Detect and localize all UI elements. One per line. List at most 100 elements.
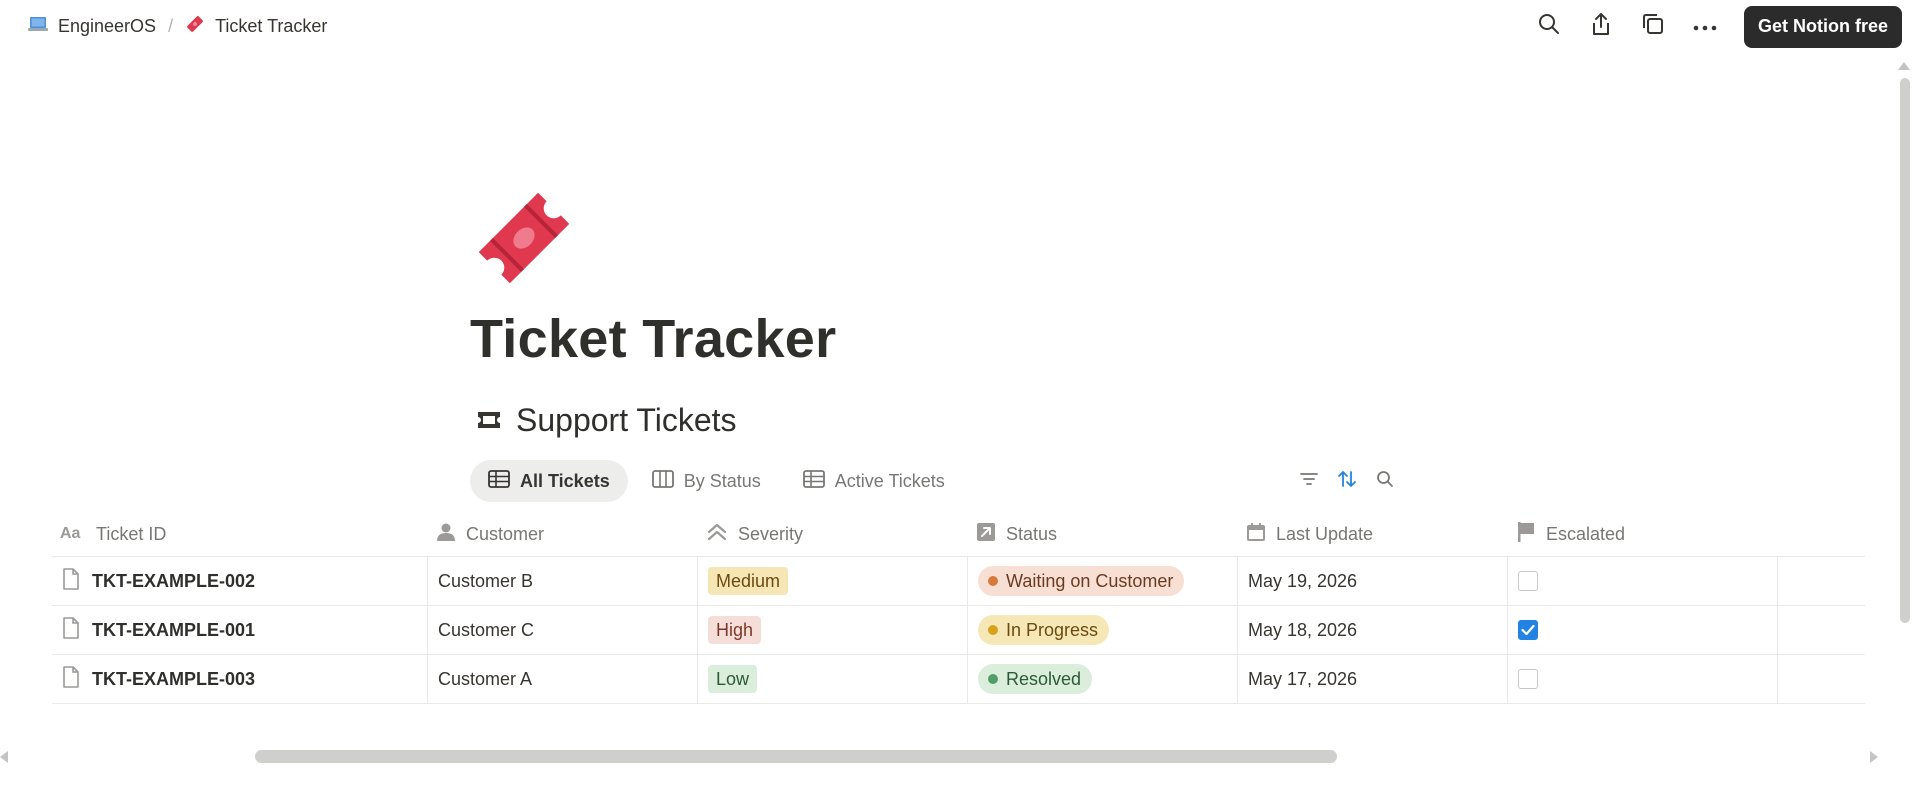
customer-name: Customer B bbox=[438, 570, 534, 591]
last-update-cell[interactable]: May 17, 2026 bbox=[1238, 655, 1508, 703]
severity-cell[interactable]: Medium bbox=[698, 557, 968, 605]
status-dot bbox=[988, 674, 998, 684]
status-cell[interactable]: In Progress bbox=[968, 606, 1238, 654]
flag-icon bbox=[1516, 521, 1536, 548]
sort-button[interactable] bbox=[1334, 468, 1360, 494]
scroll-up-arrow[interactable] bbox=[1898, 62, 1910, 70]
customer-name: Customer A bbox=[438, 668, 533, 689]
vertical-scrollbar-thumb[interactable] bbox=[1900, 78, 1910, 623]
severity-cell[interactable]: Low bbox=[698, 655, 968, 703]
last-update-cell[interactable]: May 19, 2026 bbox=[1238, 557, 1508, 605]
sort-icon bbox=[1337, 469, 1357, 494]
table-icon bbox=[802, 469, 825, 493]
status-pill: Waiting on Customer bbox=[978, 566, 1185, 596]
more-button[interactable] bbox=[1684, 7, 1726, 47]
ticket-outline-icon bbox=[476, 402, 502, 439]
tab-label: Active Tickets bbox=[834, 470, 945, 491]
tab-label: By Status bbox=[683, 470, 761, 491]
breadcrumb-separator: / bbox=[168, 16, 174, 36]
page-icon bbox=[62, 567, 80, 595]
tickets-table: Aa Ticket ID Customer Severity Status La… bbox=[52, 512, 1865, 704]
ticket-id-cell[interactable]: TKT-EXAMPLE-001 bbox=[52, 606, 428, 654]
page-icon bbox=[62, 616, 80, 644]
ticket-id-cell[interactable]: TKT-EXAMPLE-002 bbox=[52, 557, 428, 605]
database-title-label: Support Tickets bbox=[516, 402, 737, 438]
column-header-status[interactable]: Status bbox=[968, 512, 1238, 556]
tab-label: All Tickets bbox=[520, 470, 610, 491]
breadcrumb-workspace-label: EngineerOS bbox=[58, 16, 157, 36]
filter-button[interactable] bbox=[1296, 468, 1322, 494]
column-header-customer[interactable]: Customer bbox=[428, 512, 698, 556]
ticket-id: TKT-EXAMPLE-003 bbox=[92, 668, 256, 689]
more-icon bbox=[1693, 18, 1717, 36]
scroll-left-arrow[interactable] bbox=[0, 751, 8, 763]
tab-active-tickets[interactable]: Active Tickets bbox=[785, 460, 963, 502]
last-update-date: May 17, 2026 bbox=[1248, 668, 1358, 689]
breadcrumb-workspace[interactable]: EngineerOS bbox=[24, 11, 160, 42]
breadcrumb-page[interactable]: Ticket Tracker bbox=[181, 10, 331, 43]
share-button[interactable] bbox=[1580, 7, 1622, 47]
duplicate-button[interactable] bbox=[1632, 7, 1674, 47]
column-header-label: Status bbox=[1006, 523, 1058, 544]
escalated-checkbox[interactable] bbox=[1518, 669, 1538, 689]
severity-tag: High bbox=[708, 616, 762, 644]
column-header-label: Severity bbox=[738, 523, 804, 544]
search-icon bbox=[1376, 470, 1394, 493]
column-header-label: Escalated bbox=[1546, 523, 1626, 544]
tab-by-status[interactable]: By Status bbox=[634, 460, 779, 502]
status-dot bbox=[988, 576, 998, 586]
table-row[interactable]: TKT-EXAMPLE-001 Customer C High In Progr… bbox=[52, 606, 1865, 655]
board-icon bbox=[651, 469, 674, 493]
customer-cell[interactable]: Customer A bbox=[428, 655, 698, 703]
get-notion-free-button[interactable]: Get Notion free bbox=[1743, 5, 1902, 48]
escalated-cell bbox=[1508, 557, 1778, 605]
table-row[interactable]: TKT-EXAMPLE-002 Customer B Medium Waitin… bbox=[52, 557, 1865, 606]
column-header-severity[interactable]: Severity bbox=[698, 512, 968, 556]
table-row[interactable]: TKT-EXAMPLE-003 Customer A Low Resolved … bbox=[52, 655, 1865, 704]
escalated-checkbox[interactable] bbox=[1518, 571, 1538, 591]
scroll-right-arrow[interactable] bbox=[1870, 751, 1878, 763]
column-header-label: Last Update bbox=[1276, 523, 1374, 544]
database-title[interactable]: Support Tickets bbox=[476, 402, 737, 439]
severity-cell[interactable]: High bbox=[698, 606, 968, 654]
tab-all-tickets[interactable]: All Tickets bbox=[470, 460, 628, 502]
laptop-icon bbox=[28, 15, 48, 38]
last-update-date: May 18, 2026 bbox=[1248, 619, 1358, 640]
status-pill: Resolved bbox=[978, 664, 1093, 694]
empty-cell bbox=[1778, 606, 1865, 654]
search-icon bbox=[1538, 13, 1560, 40]
top-bar: EngineerOS / Ticket Tracker Get Notion f… bbox=[0, 0, 1914, 53]
customer-cell[interactable]: Customer B bbox=[428, 557, 698, 605]
status-label: In Progress bbox=[1006, 619, 1099, 640]
search-button[interactable] bbox=[1528, 7, 1570, 47]
last-update-cell[interactable]: May 18, 2026 bbox=[1238, 606, 1508, 654]
filter-icon bbox=[1299, 471, 1319, 492]
status-dot bbox=[988, 625, 998, 635]
page-title[interactable]: Ticket Tracker bbox=[470, 308, 836, 370]
ticket-icon bbox=[478, 192, 570, 284]
column-header-ticket-id[interactable]: Aa Ticket ID bbox=[52, 512, 428, 556]
status-cell[interactable]: Resolved bbox=[968, 655, 1238, 703]
table-icon bbox=[488, 469, 510, 493]
select-icon bbox=[706, 522, 728, 547]
svg-text:Aa: Aa bbox=[60, 525, 81, 540]
check-icon bbox=[1521, 624, 1535, 636]
database-search-button[interactable] bbox=[1372, 468, 1398, 494]
severity-tag: Low bbox=[708, 665, 758, 693]
horizontal-scrollbar-thumb[interactable] bbox=[255, 750, 1337, 763]
column-header-last-update[interactable]: Last Update bbox=[1238, 512, 1508, 556]
calendar-icon bbox=[1246, 522, 1266, 547]
escalated-cell bbox=[1508, 606, 1778, 654]
duplicate-icon bbox=[1641, 12, 1665, 41]
view-actions bbox=[1296, 468, 1398, 494]
breadcrumb: EngineerOS / Ticket Tracker bbox=[24, 10, 331, 43]
status-label: Waiting on Customer bbox=[1006, 570, 1174, 591]
table-header: Aa Ticket ID Customer Severity Status La… bbox=[52, 512, 1865, 557]
escalated-checkbox[interactable] bbox=[1518, 620, 1538, 640]
page-icon[interactable] bbox=[468, 182, 580, 294]
customer-cell[interactable]: Customer C bbox=[428, 606, 698, 654]
column-header-escalated[interactable]: Escalated bbox=[1508, 512, 1778, 556]
empty-cell bbox=[1778, 557, 1865, 605]
ticket-id-cell[interactable]: TKT-EXAMPLE-003 bbox=[52, 655, 428, 703]
status-cell[interactable]: Waiting on Customer bbox=[968, 557, 1238, 605]
